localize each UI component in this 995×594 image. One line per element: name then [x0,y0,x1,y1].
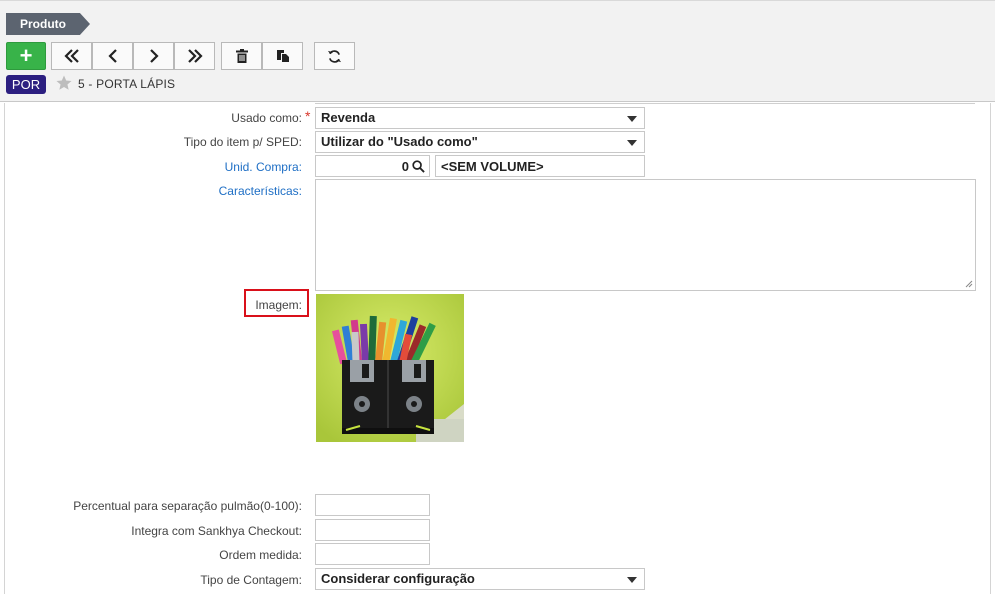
caret-down-icon [627,577,637,583]
double-chevron-right-icon [187,49,203,63]
favorite-star-icon[interactable] [55,74,73,92]
unid-compra-code: 0 [401,159,409,174]
tab-produto[interactable]: Produto [6,13,90,35]
caracteristicas-textarea[interactable] [315,179,976,291]
last-record-button[interactable] [174,42,215,70]
top-toolbar-area: Produto + POR 5 - PORTA LÁPIS [0,0,995,102]
required-mark: * [305,108,311,124]
imagem-label: Imagem: [255,298,302,312]
tipo-contagem-value: Considerar configuração [321,571,475,586]
previous-record-button[interactable] [92,42,133,70]
sankhya-checkout-label: Integra com Sankhya Checkout: [131,524,302,538]
tipo-item-sped-value: Utilizar do "Usado como" [321,134,478,149]
tipo-item-sped-select[interactable]: Utilizar do "Usado como" [315,131,645,153]
caret-down-icon [627,116,637,122]
tipo-contagem-label: Tipo de Contagem: [200,573,302,587]
refresh-button[interactable] [314,42,355,70]
resize-grip-icon[interactable] [965,280,973,288]
ordem-medida-label: Ordem medida: [219,548,302,562]
search-icon[interactable] [412,160,425,173]
unid-compra-description: <SEM VOLUME> [441,159,544,174]
delete-button[interactable] [221,42,262,70]
trash-icon [235,49,248,63]
caracteristicas-label[interactable]: Características: [219,184,302,198]
usado-como-value: Revenda [321,110,376,125]
section-divider [315,103,975,104]
add-button[interactable]: + [6,42,46,70]
percentual-pulmao-label: Percentual para separação pulmão(0-100): [73,499,302,513]
next-record-button[interactable] [133,42,174,70]
percentual-pulmao-input[interactable] [315,494,430,516]
ordem-medida-input[interactable] [315,543,430,565]
unid-compra-code-field[interactable]: 0 [315,155,430,177]
sankhya-checkout-input[interactable] [315,519,430,541]
chevron-right-icon [149,49,159,63]
caret-down-icon [627,140,637,146]
product-image[interactable] [316,294,464,442]
pencil-holder-picture [316,294,464,442]
duplicate-button[interactable] [262,42,303,70]
record-title: 5 - PORTA LÁPIS [78,77,176,91]
chevron-left-icon [107,49,117,63]
tipo-contagem-select[interactable]: Considerar configuração [315,568,645,590]
first-record-button[interactable] [51,42,92,70]
unid-compra-description-field[interactable]: <SEM VOLUME> [435,155,645,177]
usado-como-label: Usado como: [231,111,302,125]
copy-icon [276,50,289,62]
double-chevron-left-icon [63,49,79,63]
unid-compra-label[interactable]: Unid. Compra: [225,160,302,174]
language-badge[interactable]: POR [6,75,46,94]
tipo-item-sped-label: Tipo do item p/ SPED: [183,135,302,149]
usado-como-select[interactable]: Revenda [315,107,645,129]
refresh-icon [327,49,342,63]
